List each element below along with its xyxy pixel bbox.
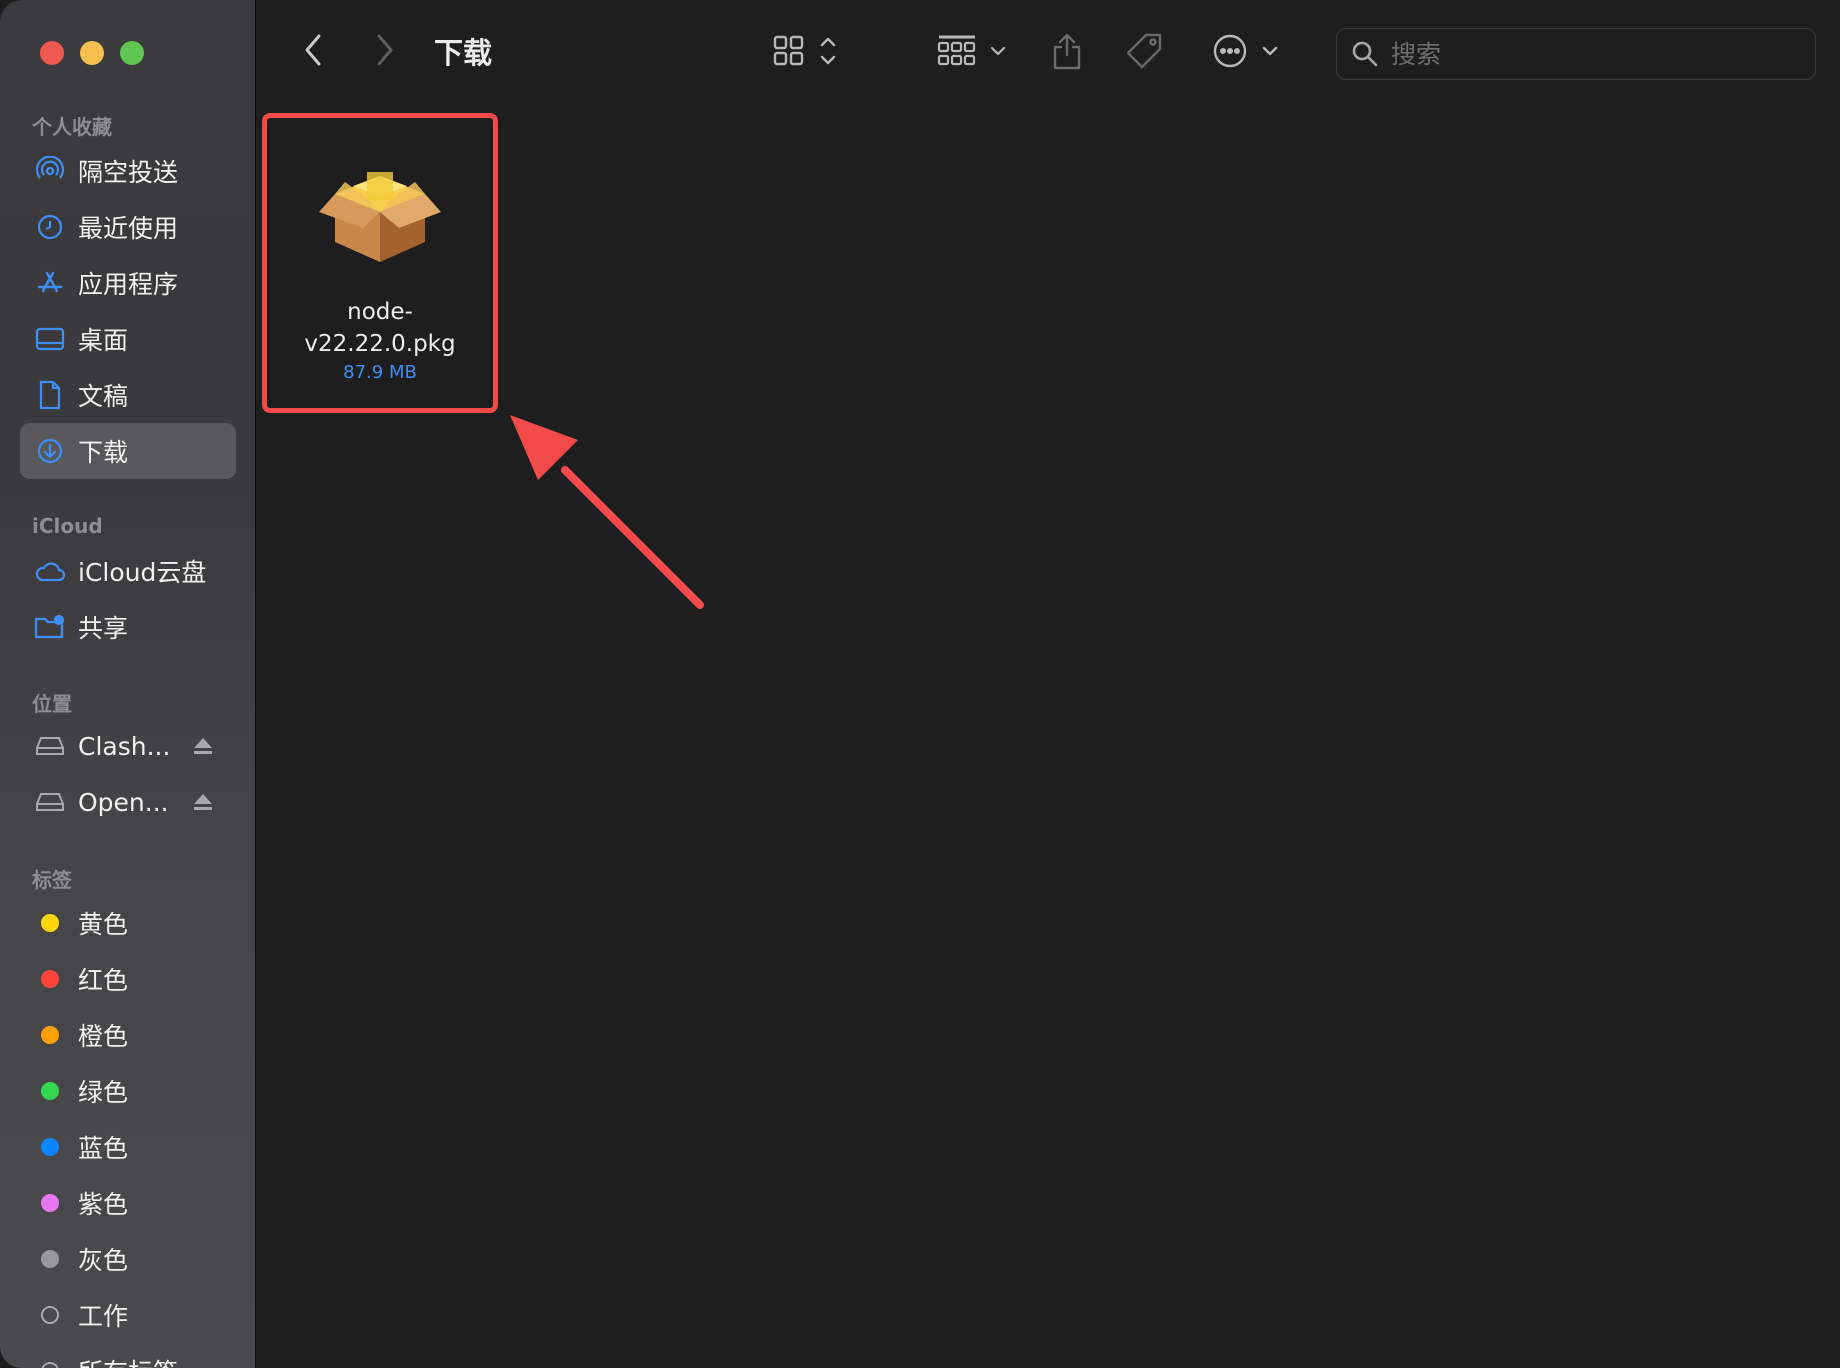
tag-icon bbox=[1126, 33, 1162, 69]
package-icon bbox=[315, 162, 445, 286]
share-icon bbox=[1053, 33, 1081, 70]
sidebar-item-label: 工作 bbox=[78, 1302, 129, 1331]
eject-icon[interactable] bbox=[192, 735, 214, 757]
window-title: 下载 bbox=[434, 36, 493, 70]
sidebar-item-location-open[interactable]: Open... bbox=[20, 774, 236, 830]
sidebar-item-label: 隔空投送 bbox=[78, 158, 179, 187]
sidebar-tag-red[interactable]: 红色 bbox=[20, 951, 236, 1007]
drive-icon bbox=[34, 786, 66, 818]
search-icon bbox=[1352, 41, 1378, 67]
sidebar-item-label: 共享 bbox=[78, 614, 129, 643]
tag-dot bbox=[41, 1082, 59, 1100]
finder-window: 个人收藏 隔空投送 最近使用 应用程序 桌面 文稿 下载 iCloud iClo… bbox=[0, 0, 1840, 1368]
tag-dot bbox=[41, 1250, 59, 1268]
sidebar-tag-yellow[interactable]: 黄色 bbox=[20, 895, 236, 951]
sidebar-item-label: 最近使用 bbox=[78, 214, 179, 243]
sidebar-item-airdrop[interactable]: 隔空投送 bbox=[20, 143, 236, 199]
tag-dot bbox=[41, 914, 59, 932]
tag-dot bbox=[41, 970, 59, 988]
sidebar-item-label: 红色 bbox=[78, 966, 129, 995]
tag-dot bbox=[41, 1194, 59, 1212]
sidebar-item-label: 绿色 bbox=[78, 1078, 129, 1107]
sidebar-item-icloud-drive[interactable]: iCloud云盘 bbox=[20, 543, 236, 599]
sidebar-item-documents[interactable]: 文稿 bbox=[20, 367, 236, 423]
group-button[interactable] bbox=[934, 30, 1010, 72]
sidebar-item-label: 紫色 bbox=[78, 1190, 129, 1219]
view-mode-button[interactable] bbox=[770, 30, 842, 72]
sidebar-item-label: Clash... bbox=[78, 731, 171, 761]
sidebar-item-label: 橙色 bbox=[78, 1022, 129, 1051]
file-name: node- v22.22.0.pkg bbox=[267, 296, 493, 360]
section-title-locations: 位置 bbox=[32, 692, 72, 716]
share-button[interactable] bbox=[1050, 30, 1084, 72]
sidebar-item-label: 应用程序 bbox=[78, 270, 179, 299]
sidebar-item-label: 所有标签 bbox=[78, 1353, 178, 1368]
group-icon bbox=[937, 35, 1006, 66]
sidebar-item-desktop[interactable]: 桌面 bbox=[20, 311, 236, 367]
more-actions-button[interactable] bbox=[1210, 30, 1282, 72]
sidebar-tag-green[interactable]: 绿色 bbox=[20, 1063, 236, 1119]
section-title-icloud: iCloud bbox=[32, 514, 103, 538]
window-controls bbox=[40, 41, 144, 65]
desktop-icon bbox=[34, 323, 66, 355]
sidebar-item-label: 蓝色 bbox=[78, 1134, 129, 1163]
sidebar-item-label: 下载 bbox=[78, 438, 129, 467]
section-title-tags: 标签 bbox=[32, 868, 72, 892]
minimize-button[interactable] bbox=[80, 41, 104, 65]
clock-icon bbox=[34, 211, 66, 243]
chevron-left-icon bbox=[305, 34, 321, 66]
search-field[interactable] bbox=[1336, 28, 1816, 80]
sidebar-item-label: Open... bbox=[78, 787, 169, 817]
eject-icon[interactable] bbox=[192, 791, 214, 813]
shared-folder-icon bbox=[34, 611, 66, 643]
drive-icon bbox=[34, 730, 66, 762]
sidebar-item-downloads[interactable]: 下载 bbox=[20, 423, 236, 479]
search-input[interactable] bbox=[1391, 39, 1791, 69]
sidebar-item-location-clash[interactable]: Clash... bbox=[20, 718, 236, 774]
sidebar-item-shared[interactable]: 共享 bbox=[20, 599, 236, 655]
sidebar-item-label: iCloud云盘 bbox=[78, 558, 207, 587]
section-title-favorites: 个人收藏 bbox=[32, 115, 112, 139]
airdrop-icon bbox=[34, 155, 66, 187]
red-arrow-annotation bbox=[510, 415, 704, 609]
download-icon bbox=[34, 435, 66, 467]
sidebar-tag-blue[interactable]: 蓝色 bbox=[20, 1119, 236, 1175]
sidebar-tag-work[interactable]: 工作 bbox=[20, 1287, 236, 1343]
document-icon bbox=[34, 379, 66, 411]
sidebar-tag-orange[interactable]: 橙色 bbox=[20, 1007, 236, 1063]
sidebar-tag-gray[interactable]: 灰色 bbox=[20, 1231, 236, 1287]
sidebar: 个人收藏 隔空投送 最近使用 应用程序 桌面 文稿 下载 iCloud iClo… bbox=[0, 0, 256, 1368]
sidebar-item-label: 文稿 bbox=[78, 382, 129, 411]
chevron-right-icon bbox=[377, 34, 393, 66]
sidebar-item-label: 黄色 bbox=[78, 910, 129, 939]
sidebar-item-recents[interactable]: 最近使用 bbox=[20, 199, 236, 255]
file-name-line2: v22.22.0.pkg bbox=[304, 331, 456, 357]
sidebar-item-applications[interactable]: 应用程序 bbox=[20, 255, 236, 311]
forward-button[interactable] bbox=[370, 32, 400, 68]
applications-icon bbox=[34, 267, 66, 299]
sidebar-tag-purple[interactable]: 紫色 bbox=[20, 1175, 236, 1231]
sidebar-tag-all[interactable]: 所有标签 bbox=[20, 1343, 236, 1368]
grid-view-icon bbox=[773, 35, 836, 66]
close-button[interactable] bbox=[40, 41, 64, 65]
back-button[interactable] bbox=[298, 32, 328, 68]
cloud-icon bbox=[34, 555, 66, 587]
tag-button[interactable] bbox=[1124, 30, 1166, 72]
ellipsis-circle-icon bbox=[1213, 34, 1278, 68]
zoom-button[interactable] bbox=[120, 41, 144, 65]
file-name-line1: node- bbox=[347, 299, 413, 325]
tag-dot bbox=[41, 1306, 59, 1324]
sidebar-item-label: 桌面 bbox=[78, 326, 129, 355]
sidebar-item-label: 灰色 bbox=[78, 1246, 129, 1275]
tag-dot bbox=[41, 1138, 59, 1156]
file-size: 87.9 MB bbox=[343, 362, 417, 383]
file-item-node-pkg[interactable]: node- v22.22.0.pkg 87.9 MB bbox=[262, 113, 498, 413]
all-tags-icon bbox=[41, 1362, 59, 1368]
tag-dot bbox=[41, 1026, 59, 1044]
